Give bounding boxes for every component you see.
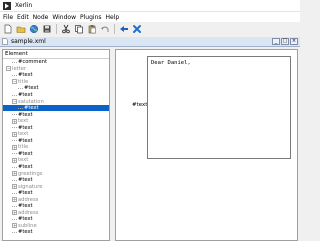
element-tree: Element #comment − letter #text − title #text #… (2, 49, 110, 241)
expand-icon[interactable]: + (12, 210, 17, 216)
document-window: sample.xml _ □ × Element #comment − letter… (0, 37, 300, 241)
open-icon[interactable] (16, 24, 26, 34)
menu-window[interactable]: Window (50, 14, 78, 21)
collapse-icon[interactable]: − (12, 79, 17, 85)
panel-splitter[interactable] (111, 49, 114, 241)
window-title: Xerlin (15, 2, 33, 9)
tree-connector (12, 114, 17, 116)
toolbar (0, 22, 300, 36)
document-tab[interactable]: sample.xml _ □ × (0, 37, 300, 47)
tree-connector (12, 94, 17, 96)
maximize-button[interactable]: □ (281, 38, 289, 45)
menu-node[interactable]: Node (31, 14, 51, 21)
tree-node-label: #text (18, 164, 33, 171)
paste-icon[interactable] (87, 24, 97, 34)
tree-node-label: #text (24, 105, 39, 112)
expand-icon[interactable]: + (12, 184, 17, 190)
tree-node-label: text (18, 157, 29, 164)
tree-connector (12, 74, 17, 76)
toolbar-separator (114, 24, 115, 34)
tree-node-label: #comment (18, 59, 47, 66)
text-value-editor[interactable]: Dear Daniel, (147, 56, 291, 159)
tree-connector (12, 166, 17, 168)
tree-node-label: #text (18, 92, 33, 98)
menu-help[interactable]: Help (104, 14, 122, 21)
tree-connector (12, 231, 17, 233)
tree-node[interactable]: #text (3, 229, 109, 236)
window-controls: _ □ × (271, 38, 298, 45)
tree-node-label: title (18, 78, 29, 85)
title-bar: Xerlin (0, 0, 300, 12)
expand-icon[interactable]: + (12, 157, 17, 163)
tree-node-label: address (18, 209, 39, 216)
delete-x-icon[interactable] (132, 24, 142, 34)
tree-node-label: letter (12, 65, 27, 72)
tree-connector (12, 153, 17, 155)
tree-node-label: #text (18, 72, 33, 79)
tree-header: Element (3, 50, 109, 59)
tree-connector (12, 179, 17, 181)
document-icon (2, 38, 8, 45)
expand-icon[interactable]: + (12, 223, 17, 229)
tree-connector (12, 127, 17, 129)
expand-icon[interactable]: + (12, 144, 17, 150)
document-title: sample.xml (11, 38, 46, 45)
tree-node-label: #text (24, 85, 39, 92)
menu-file[interactable]: File (0, 14, 15, 21)
expand-icon[interactable]: + (12, 197, 17, 203)
tree-connector (18, 107, 23, 109)
tree-connector (12, 192, 17, 194)
collapse-icon[interactable]: − (12, 99, 17, 105)
tree-node-label: #text (18, 111, 33, 118)
tree-connector (18, 87, 23, 89)
xerlin-logo-icon (3, 1, 11, 10)
tree-node-label: #text (18, 177, 33, 184)
menu-bar: File Edit Node Window Plugins Help (0, 12, 300, 22)
cut-icon[interactable] (61, 24, 71, 34)
menu-edit[interactable]: Edit (15, 14, 31, 21)
undo-icon[interactable] (100, 24, 110, 34)
collapse-icon[interactable]: − (6, 66, 11, 72)
tree-connector (12, 61, 17, 63)
tree-node-label: #text (18, 229, 33, 236)
tree-body: #comment − letter #text − title #text #text − sal… (3, 59, 109, 236)
tree-node-label: #text (18, 216, 33, 223)
tree-node-label: #text (18, 150, 33, 157)
expand-icon[interactable]: + (12, 118, 17, 124)
tree-node-label: #text (18, 137, 33, 144)
tree-node-label: text (18, 131, 29, 138)
node-editor: #text: Dear Daniel, (115, 49, 298, 241)
tree-node-label: title (18, 144, 29, 151)
expand-icon[interactable]: + (12, 171, 17, 177)
tree-connector (12, 218, 17, 220)
expand-icon[interactable]: + (12, 131, 17, 137)
toolbar-separator (56, 24, 57, 34)
minimize-button[interactable]: _ (272, 38, 280, 45)
new-icon[interactable] (3, 24, 13, 34)
tree-node-label: salutation (18, 98, 44, 105)
tree-node-label: #text (18, 190, 33, 197)
tree-node-label: subline (18, 222, 37, 229)
copy-icon[interactable] (74, 24, 84, 34)
tree-node-label: address (18, 196, 39, 203)
globe-icon[interactable] (29, 24, 39, 34)
tree-node-label: signature (18, 183, 43, 190)
tree-node-label: #text (18, 124, 33, 131)
tree-node-label: #text (18, 203, 33, 210)
close-button[interactable]: × (290, 38, 298, 45)
tree-node-label: text (18, 118, 29, 125)
menu-plugins[interactable]: Plugins (78, 14, 104, 21)
back-arrow-icon[interactable] (119, 24, 129, 34)
tree-connector (12, 205, 17, 207)
save-icon[interactable] (42, 24, 52, 34)
tree-node-label: greetings (18, 170, 43, 177)
tree-connector (12, 140, 17, 142)
